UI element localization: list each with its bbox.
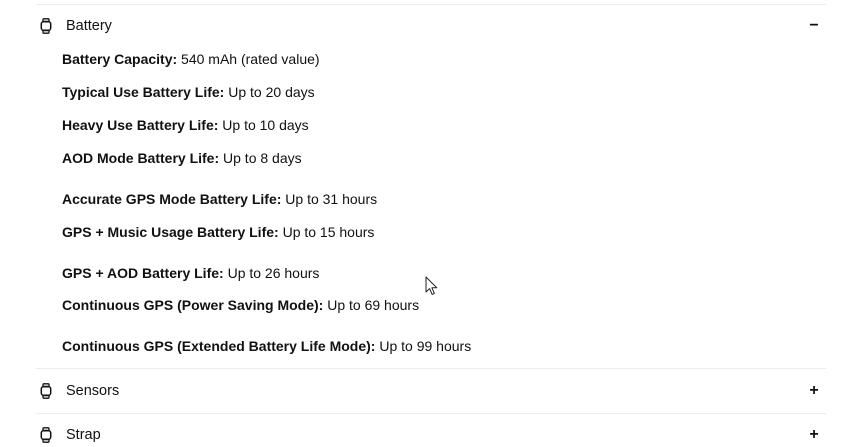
- divider: [36, 4, 826, 5]
- spec-row: GPS + AOD Battery Life: Up to 26 hours: [62, 265, 319, 281]
- spec-label: Heavy Use Battery Life:: [62, 117, 223, 133]
- spec-value: Up to 99 hours: [379, 338, 472, 354]
- spec-label: Continuous GPS (Extended Battery Life Mo…: [62, 338, 380, 354]
- mouse-pointer-icon: [425, 276, 439, 296]
- watch-icon: [40, 383, 52, 399]
- strap-section-header[interactable]: Strap +: [36, 421, 826, 447]
- spec-label: GPS + AOD Battery Life:: [62, 265, 228, 281]
- spec-row: GPS + Music Usage Battery Life: Up to 15…: [62, 224, 374, 240]
- spec-row: Typical Use Battery Life: Up to 20 days: [62, 84, 315, 100]
- spec-row: Continuous GPS (Power Saving Mode): Up t…: [62, 297, 419, 313]
- expand-icon[interactable]: +: [806, 382, 822, 399]
- divider: [36, 413, 826, 414]
- collapse-icon[interactable]: −: [806, 17, 822, 34]
- spec-value: Up to 10 days: [222, 117, 309, 133]
- sensors-section-header[interactable]: Sensors +: [36, 377, 826, 405]
- section-title: Strap: [66, 427, 101, 443]
- spec-row: AOD Mode Battery Life: Up to 8 days: [62, 150, 302, 166]
- watch-icon: [40, 427, 52, 443]
- spec-value: Up to 26 hours: [227, 265, 320, 281]
- spec-label: Typical Use Battery Life:: [62, 84, 229, 100]
- spec-value: 540 mAh (rated value): [181, 51, 320, 67]
- section-title: Battery: [66, 18, 112, 34]
- spec-row: Heavy Use Battery Life: Up to 10 days: [62, 117, 309, 133]
- spec-row: Accurate GPS Mode Battery Life: Up to 31…: [62, 191, 377, 207]
- section-title: Sensors: [66, 383, 120, 399]
- spec-label: Accurate GPS Mode Battery Life:: [62, 191, 286, 207]
- spec-value: Up to 20 days: [228, 84, 315, 100]
- spec-label: GPS + Music Usage Battery Life:: [62, 224, 283, 240]
- spec-row: Continuous GPS (Extended Battery Life Mo…: [62, 338, 471, 354]
- spec-value: Up to 8 days: [223, 150, 302, 166]
- watch-icon: [40, 18, 52, 34]
- spec-value: Up to 31 hours: [285, 191, 378, 207]
- battery-section-header[interactable]: Battery −: [36, 12, 826, 40]
- expand-icon[interactable]: +: [806, 426, 822, 443]
- spec-label: Continuous GPS (Power Saving Mode):: [62, 297, 328, 313]
- divider: [36, 368, 826, 369]
- spec-accordion: Battery − Battery Capacity: 540 mAh (rat…: [0, 0, 863, 447]
- spec-row: Battery Capacity: 540 mAh (rated value): [62, 51, 320, 67]
- spec-value: Up to 15 hours: [282, 224, 375, 240]
- spec-value: Up to 69 hours: [327, 297, 420, 313]
- spec-label: Battery Capacity:: [62, 51, 182, 67]
- spec-label: AOD Mode Battery Life:: [62, 150, 224, 166]
